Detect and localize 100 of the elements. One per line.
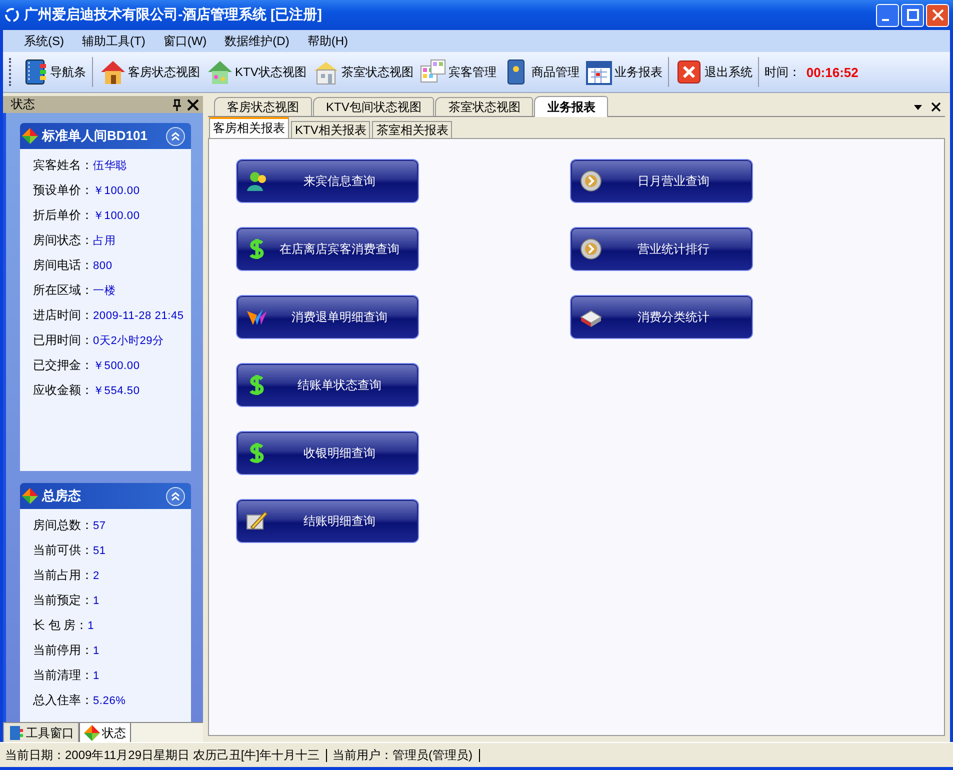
close-icon[interactable] [187,98,199,110]
tab[interactable]: 茶室状态视图 [435,97,534,116]
app-icon [4,7,20,23]
coin-icon [579,237,603,261]
field-label: 房间状态： [33,232,93,249]
menu-item[interactable]: 系统(S) [15,32,73,50]
field-label: 预设单价： [33,182,93,199]
toolbar-button[interactable]: 退出系统 [672,55,756,89]
diamond-icon [84,725,100,741]
house-icon [206,58,234,86]
diamond-icon [22,488,38,504]
status-text: 当前日期：2009年11月29日星期日 农历己丑[牛]年十月十三 [5,748,327,762]
toolbar-button[interactable]: 茶室状态视图 [309,55,416,89]
panel-tab[interactable]: 状态 [79,723,131,744]
field-label: 当前预定： [33,592,93,609]
field-label: 进店时间： [33,307,93,324]
close-icon[interactable] [931,102,941,112]
field-value: ￥500.00 [93,359,140,373]
card-title: 总房态 [42,487,82,505]
field-label: 长 包 房： [33,617,88,634]
field-value: 51 [93,544,106,556]
toolbar-button[interactable]: 导航条 [18,55,89,89]
field-value: 占用 [93,234,116,248]
close-button[interactable] [926,4,949,26]
field-label: 当前停用： [33,642,93,659]
collapse-button[interactable] [166,486,185,506]
field-value: 一楼 [93,284,116,298]
field-value: 1 [93,644,100,656]
house-icon [99,58,127,86]
field-value: ￥100.00 [93,209,140,223]
field-label: 宾客姓名： [33,157,93,174]
field-value: 1 [93,594,100,606]
menu-item[interactable]: 窗口(W) [154,32,216,50]
field-value: 2 [93,570,100,582]
menu-item[interactable]: 帮助(H) [298,32,357,50]
dropdown-icon[interactable] [913,102,923,112]
toolbar-button[interactable]: 商品管理 [499,55,582,89]
tab[interactable]: KTV包间状态视图 [313,97,434,116]
panel-tab[interactable]: 工具窗口 [3,723,79,744]
chevron-up-icon [171,492,180,500]
close-icon [932,9,944,21]
field-label: 当前清理： [33,667,93,684]
person-icon [245,169,269,193]
field-value: 0天2小时29分 [93,334,164,348]
field-label: 已交押金： [33,357,93,374]
menu-item[interactable]: 数据维护(D) [216,32,298,50]
calendar-icon [585,58,614,86]
time-value: 00:16:52 [806,64,858,80]
toolbar-button[interactable]: 业务报表 [582,55,666,89]
card-title: 标准单人间BD101 [42,127,148,145]
report-button[interactable]: 结账明细查询 [236,499,419,543]
report-button[interactable]: 营业统计排行 [570,227,753,271]
report-button[interactable]: 来宾信息查询 [236,159,419,203]
toolbar-button[interactable]: 宾客管理 [416,55,500,89]
report-button[interactable]: 收银明细查询 [236,431,419,475]
collapse-button[interactable] [166,126,185,146]
field-value: 1 [93,670,100,682]
report-button[interactable]: 日月营业查询 [570,159,753,203]
field-label: 房间电话： [33,257,93,274]
time-label: 时间： [764,64,800,80]
maximize-button[interactable] [901,4,924,26]
report-button[interactable]: 消费分类统计 [570,295,753,339]
field-label: 房间总数： [33,517,93,534]
report-button[interactable]: 在店离店宾客消费查询 [236,227,419,271]
tab[interactable]: 客房状态视图 [214,97,312,116]
field-label: 已用时间： [33,332,93,349]
tab[interactable]: KTV相关报表 [291,121,370,138]
window-title: 广州爱启迪技术有限公司-酒店管理系统 [已注册] [24,6,323,24]
field-label: 当前占用： [33,567,93,584]
field-value: 伍华聪 [93,159,127,173]
field-label: 总入住率： [33,692,93,709]
field-value: 800 [93,260,112,272]
field-value: 57 [93,520,106,532]
field-value: 1 [88,620,94,632]
field-value: 2009-11-28 21:45 [93,310,184,322]
book-icon [8,725,24,741]
field-value: ￥554.50 [93,384,140,398]
menu-item[interactable]: 辅助工具(T) [73,32,154,50]
toolbar-button[interactable]: 客房状态视图 [96,55,203,89]
tab[interactable]: 业务报表 [534,96,608,117]
minimize-icon [882,18,889,20]
field-label: 当前可供： [33,542,93,559]
chevron-up-icon [171,132,180,140]
maximize-icon [906,9,918,21]
diamond-icon [22,128,38,144]
report-button[interactable]: 结账单状态查询 [236,363,419,407]
field-value: 5.26% [93,694,126,706]
field-label: 所在区域： [33,282,93,299]
field-value: ￥100.00 [93,184,140,198]
coin-icon [579,169,603,193]
tab[interactable]: 茶室相关报表 [372,121,452,138]
field-label: 折后单价： [33,207,93,224]
toolbar-button[interactable]: KTV状态视图 [203,55,310,89]
tab[interactable]: 客房相关报表 [209,117,289,138]
status-text: 当前用户：管理员(管理员) [332,748,480,762]
report-button[interactable]: 消费退单明细查询 [236,295,419,339]
field-label: 应收金额： [33,382,93,399]
pin-icon[interactable] [171,98,183,110]
panel-title: 状态 [11,96,36,113]
minimize-button[interactable] [876,4,899,26]
